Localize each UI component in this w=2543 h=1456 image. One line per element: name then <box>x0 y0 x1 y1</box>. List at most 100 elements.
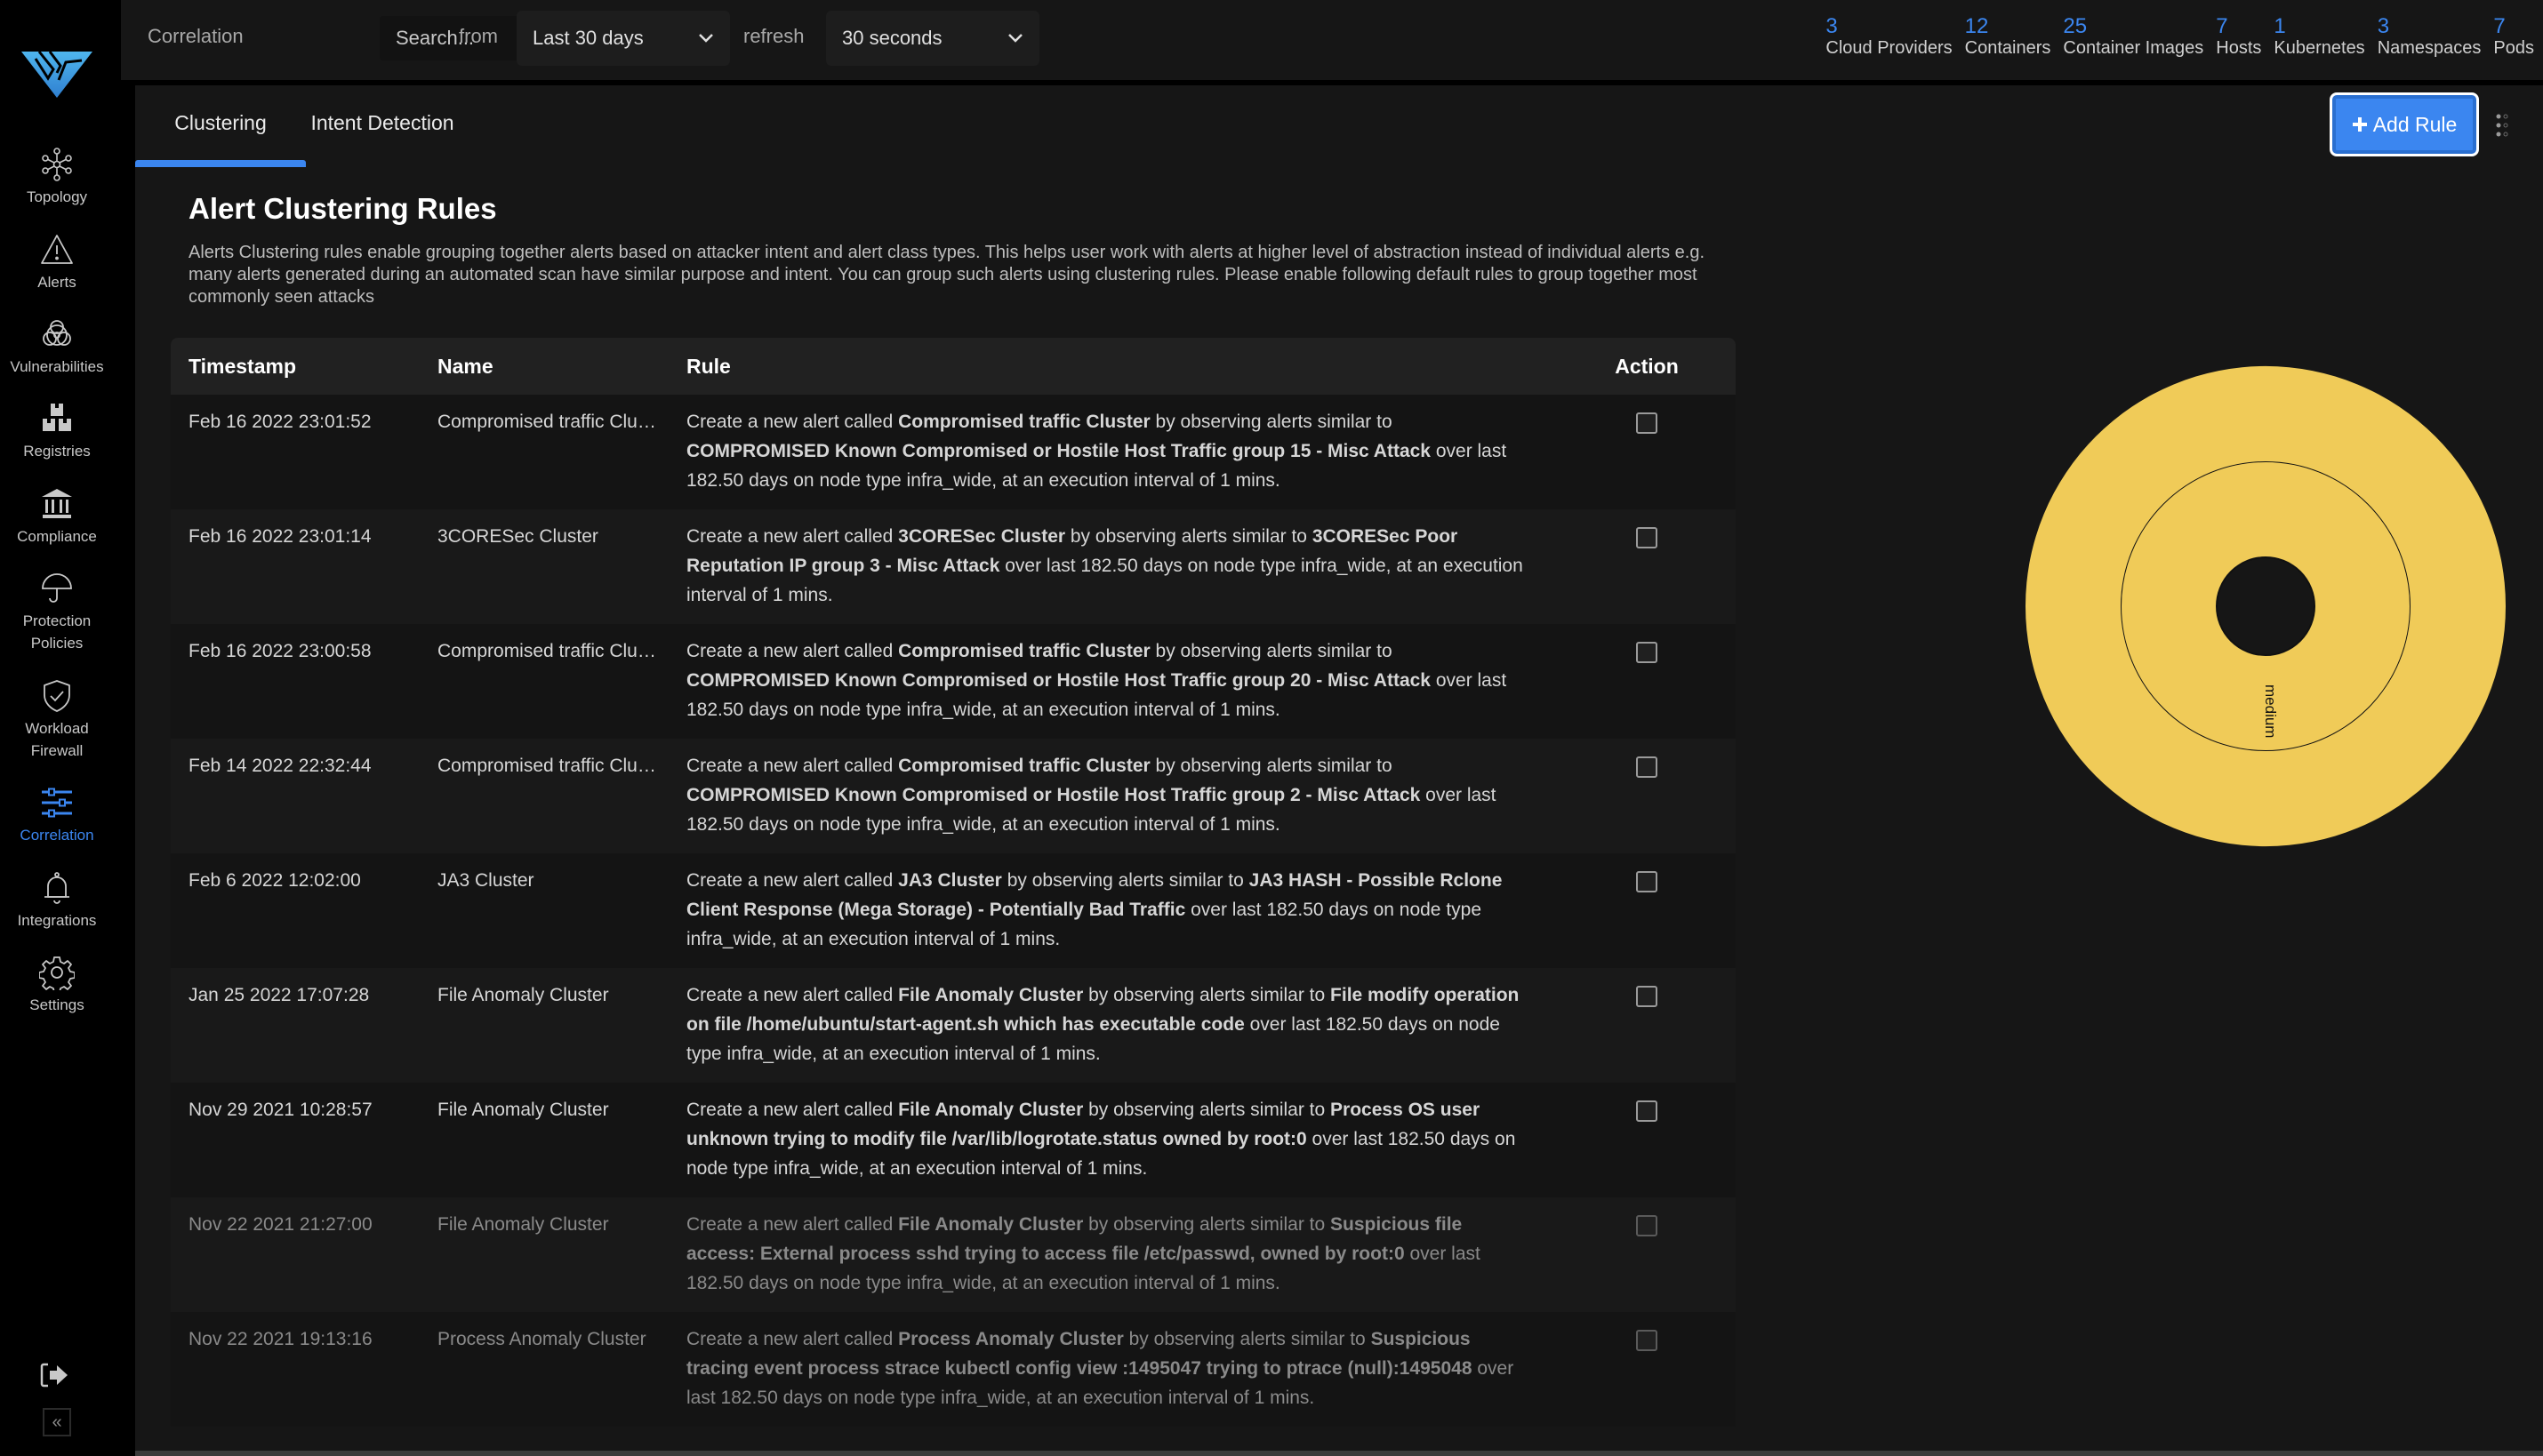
sunburst-segment-compromised[interactable] <box>2026 365 2506 847</box>
table-row: Nov 29 2021 10:28:57 File Anomaly Cluster… <box>171 1083 1736 1197</box>
rule-cluster-name: File Anomaly Cluster <box>898 1100 1084 1120</box>
column-header-rule[interactable]: Rule <box>669 355 1558 379</box>
stat-kubernetes[interactable]: 1 Kubernetes <box>2274 16 2364 59</box>
rule-text: by observing alerts similar to <box>1150 412 1392 432</box>
sidebar-item-label: Vulnerabilities <box>10 358 104 375</box>
chevron-down-icon <box>699 34 713 43</box>
row-rule: Create a new alert called Process Anomal… <box>669 1324 1558 1412</box>
enable-rule-checkbox[interactable] <box>1636 871 1657 892</box>
enable-rule-checkbox[interactable] <box>1636 1100 1657 1122</box>
row-rule: Create a new alert called File Anomaly C… <box>669 1210 1558 1298</box>
row-name: Compromised traffic Cluster <box>437 412 669 432</box>
enable-rule-checkbox[interactable] <box>1636 1330 1657 1351</box>
rule-text: by observing alerts similar to <box>1150 756 1392 776</box>
rule-text: Create a new alert called <box>686 985 899 1005</box>
refresh-interval-select[interactable]: 30 seconds <box>826 11 1039 66</box>
sidebar-item-integrations[interactable]: Integrations <box>0 870 114 932</box>
column-header-name[interactable]: Name <box>420 355 669 379</box>
sidebar: Topology Alerts Vulnerabilities Registri… <box>0 0 121 1456</box>
rule-text: Create a new alert called <box>686 756 899 776</box>
row-timestamp: Feb 16 2022 23:00:58 <box>189 641 372 661</box>
sidebar-item-label: Workload Firewall <box>25 720 89 759</box>
sidebar-item-label: Integrations <box>17 912 97 929</box>
table-header: Timestamp Name Rule Action <box>171 338 1736 395</box>
rule-cluster-name: File Anomaly Cluster <box>898 985 1084 1005</box>
stat-hosts[interactable]: 7 Hosts <box>2216 16 2261 59</box>
tab-intent-detection[interactable]: Intent Detection <box>309 85 455 160</box>
rule-alert-name: COMPROMISED Known Compromised or Hostile… <box>686 785 1421 805</box>
sidebar-item-alerts[interactable]: Alerts <box>0 232 114 293</box>
clustering-sunburst-chart: mediumCompromised <box>2026 365 2506 847</box>
boxes-icon <box>43 404 71 431</box>
rule-text: by observing alerts similar to <box>1001 870 1249 891</box>
stat-cloud-providers[interactable]: 3 Cloud Providers <box>1825 16 1952 59</box>
table-body: Feb 16 2022 23:01:52 Compromised traffic … <box>171 395 1736 1427</box>
row-action <box>1558 636 1736 672</box>
sliders-icon <box>42 788 72 818</box>
sidebar-item-vulnerabilities[interactable]: Vulnerabilities <box>0 316 114 378</box>
enable-rule-checkbox[interactable] <box>1636 1215 1657 1236</box>
rule-cluster-name: Compromised traffic Cluster <box>898 412 1151 432</box>
logout-icon[interactable] <box>39 1362 71 1388</box>
resource-stats: 3 Cloud Providers 12 Containers 25 Containe… <box>1825 16 2534 59</box>
row-rule: Create a new alert called Compromised tr… <box>669 407 1558 495</box>
table-row: Feb 6 2022 12:02:00 JA3 Cluster Create a n… <box>171 853 1736 968</box>
add-rule-button[interactable]: Add Rule <box>2330 92 2479 156</box>
rule-cluster-name: File Anomaly Cluster <box>898 1214 1084 1235</box>
enable-rule-checkbox[interactable] <box>1636 527 1657 548</box>
column-header-timestamp[interactable]: Timestamp <box>171 355 420 379</box>
row-action <box>1558 407 1736 443</box>
refresh-interval-value: 30 seconds <box>842 27 943 49</box>
row-action <box>1558 1324 1736 1360</box>
rule-text: by observing alerts similar to <box>1083 1214 1331 1235</box>
page-title: Alert Clustering Rules <box>189 192 497 225</box>
row-name: File Anomaly Cluster <box>437 1214 609 1235</box>
sidebar-item-settings[interactable]: Settings <box>0 955 114 1016</box>
row-name: Compromised traffic Cluster <box>437 641 669 661</box>
drag-handle-icon[interactable] <box>2493 112 2511 139</box>
sidebar-item-compliance[interactable]: Compliance <box>0 486 114 548</box>
enable-rule-checkbox[interactable] <box>1636 642 1657 663</box>
row-rule: Create a new alert called Compromised tr… <box>669 636 1558 724</box>
enable-rule-checkbox[interactable] <box>1636 412 1657 434</box>
row-timestamp: Feb 14 2022 22:32:44 <box>189 756 372 776</box>
row-timestamp: Feb 6 2022 12:02:00 <box>189 870 361 891</box>
biohazard-icon <box>43 320 71 346</box>
tab-clustering[interactable]: Clustering <box>135 85 306 167</box>
table-row: Feb 16 2022 23:00:58 Compromised traffic … <box>171 624 1736 739</box>
sidebar-item-registries[interactable]: Registries <box>0 401 114 462</box>
stat-container-images[interactable]: 25 Container Images <box>2063 16 2203 59</box>
top-bar: Correlation from Last 30 days refresh 30… <box>121 0 2543 80</box>
row-timestamp: Jan 25 2022 17:07:28 <box>189 985 370 1005</box>
sidebar-item-label: Topology <box>26 188 88 205</box>
enable-rule-checkbox[interactable] <box>1636 756 1657 778</box>
row-timestamp: Feb 16 2022 23:01:14 <box>189 526 372 547</box>
row-name: Process Anomaly Cluster <box>437 1329 646 1349</box>
stat-namespaces[interactable]: 3 Namespaces <box>2378 16 2482 59</box>
sidebar-item-correlation[interactable]: Correlation <box>0 785 114 846</box>
table-row: Feb 16 2022 23:01:52 Compromised traffic … <box>171 395 1736 509</box>
sidebar-item-workload-firewall[interactable]: Workload Firewall <box>0 678 114 762</box>
sidebar-item-label: Registries <box>23 443 91 460</box>
rule-cluster-name: Process Anomaly Cluster <box>898 1329 1124 1349</box>
stat-pods[interactable]: 7 Pods <box>2493 16 2534 59</box>
enable-rule-checkbox[interactable] <box>1636 986 1657 1007</box>
row-action <box>1558 522 1736 557</box>
rule-cluster-name: 3CORESec Cluster <box>898 526 1066 547</box>
main-panel: Clustering Intent Detection Add Rule Ale… <box>135 85 2543 1456</box>
sidebar-item-protection-policies[interactable]: Protection Policies <box>0 571 114 654</box>
stat-containers[interactable]: 12 Containers <box>1965 16 2051 59</box>
horizontal-scrollbar[interactable] <box>135 1451 2543 1456</box>
row-rule: Create a new alert called JA3 Cluster by… <box>669 866 1558 954</box>
double-chevron-left-icon: « <box>52 1412 62 1432</box>
time-range-value: Last 30 days <box>533 27 644 49</box>
sidebar-item-topology[interactable]: Topology <box>0 147 114 208</box>
logo-icon[interactable] <box>20 50 94 100</box>
rule-text: by observing alerts similar to <box>1083 985 1331 1005</box>
rule-text: by observing alerts similar to <box>1150 641 1392 661</box>
from-label: from <box>459 25 498 47</box>
row-action <box>1558 1210 1736 1245</box>
collapse-sidebar-button[interactable]: « <box>43 1408 71 1436</box>
table-row: Feb 14 2022 22:32:44 Compromised traffic … <box>171 739 1736 853</box>
time-range-select[interactable]: Last 30 days <box>517 11 730 66</box>
